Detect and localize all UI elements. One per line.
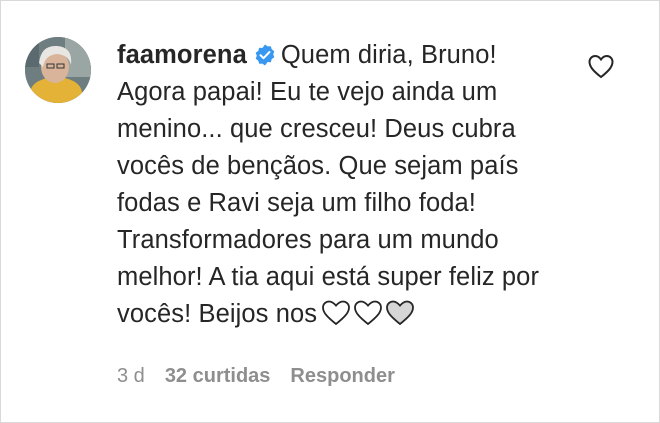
avatar[interactable] (25, 37, 91, 103)
comment-panel: faamorena Quem diria, Bruno! Agora papai… (0, 0, 660, 423)
grey-heart-emoji-icon (386, 300, 415, 326)
like-button[interactable] (587, 53, 615, 81)
comment-body: faamorena Quem diria, Bruno! Agora papai… (117, 37, 557, 388)
verified-badge-icon (255, 44, 275, 66)
avatar-image (25, 37, 91, 103)
comment-username[interactable]: faamorena (117, 41, 247, 69)
comment-text-block: faamorena Quem diria, Bruno! Agora papai… (117, 37, 557, 337)
comment-time[interactable]: 3 d (117, 365, 145, 388)
white-heart-emoji-icon (322, 300, 351, 326)
heart-outline-icon (588, 54, 614, 79)
comment-likes[interactable]: 32 curtidas (165, 365, 271, 388)
comment-text: Quem diria, Bruno! Agora papai! Eu te ve… (117, 41, 540, 328)
emoji-group (321, 300, 417, 337)
comment-meta: 3 d 32 curtidas Responder (117, 365, 557, 388)
comment-item: faamorena Quem diria, Bruno! Agora papai… (25, 37, 625, 388)
reply-button[interactable]: Responder (290, 365, 394, 388)
white-heart-emoji-icon (354, 300, 383, 326)
